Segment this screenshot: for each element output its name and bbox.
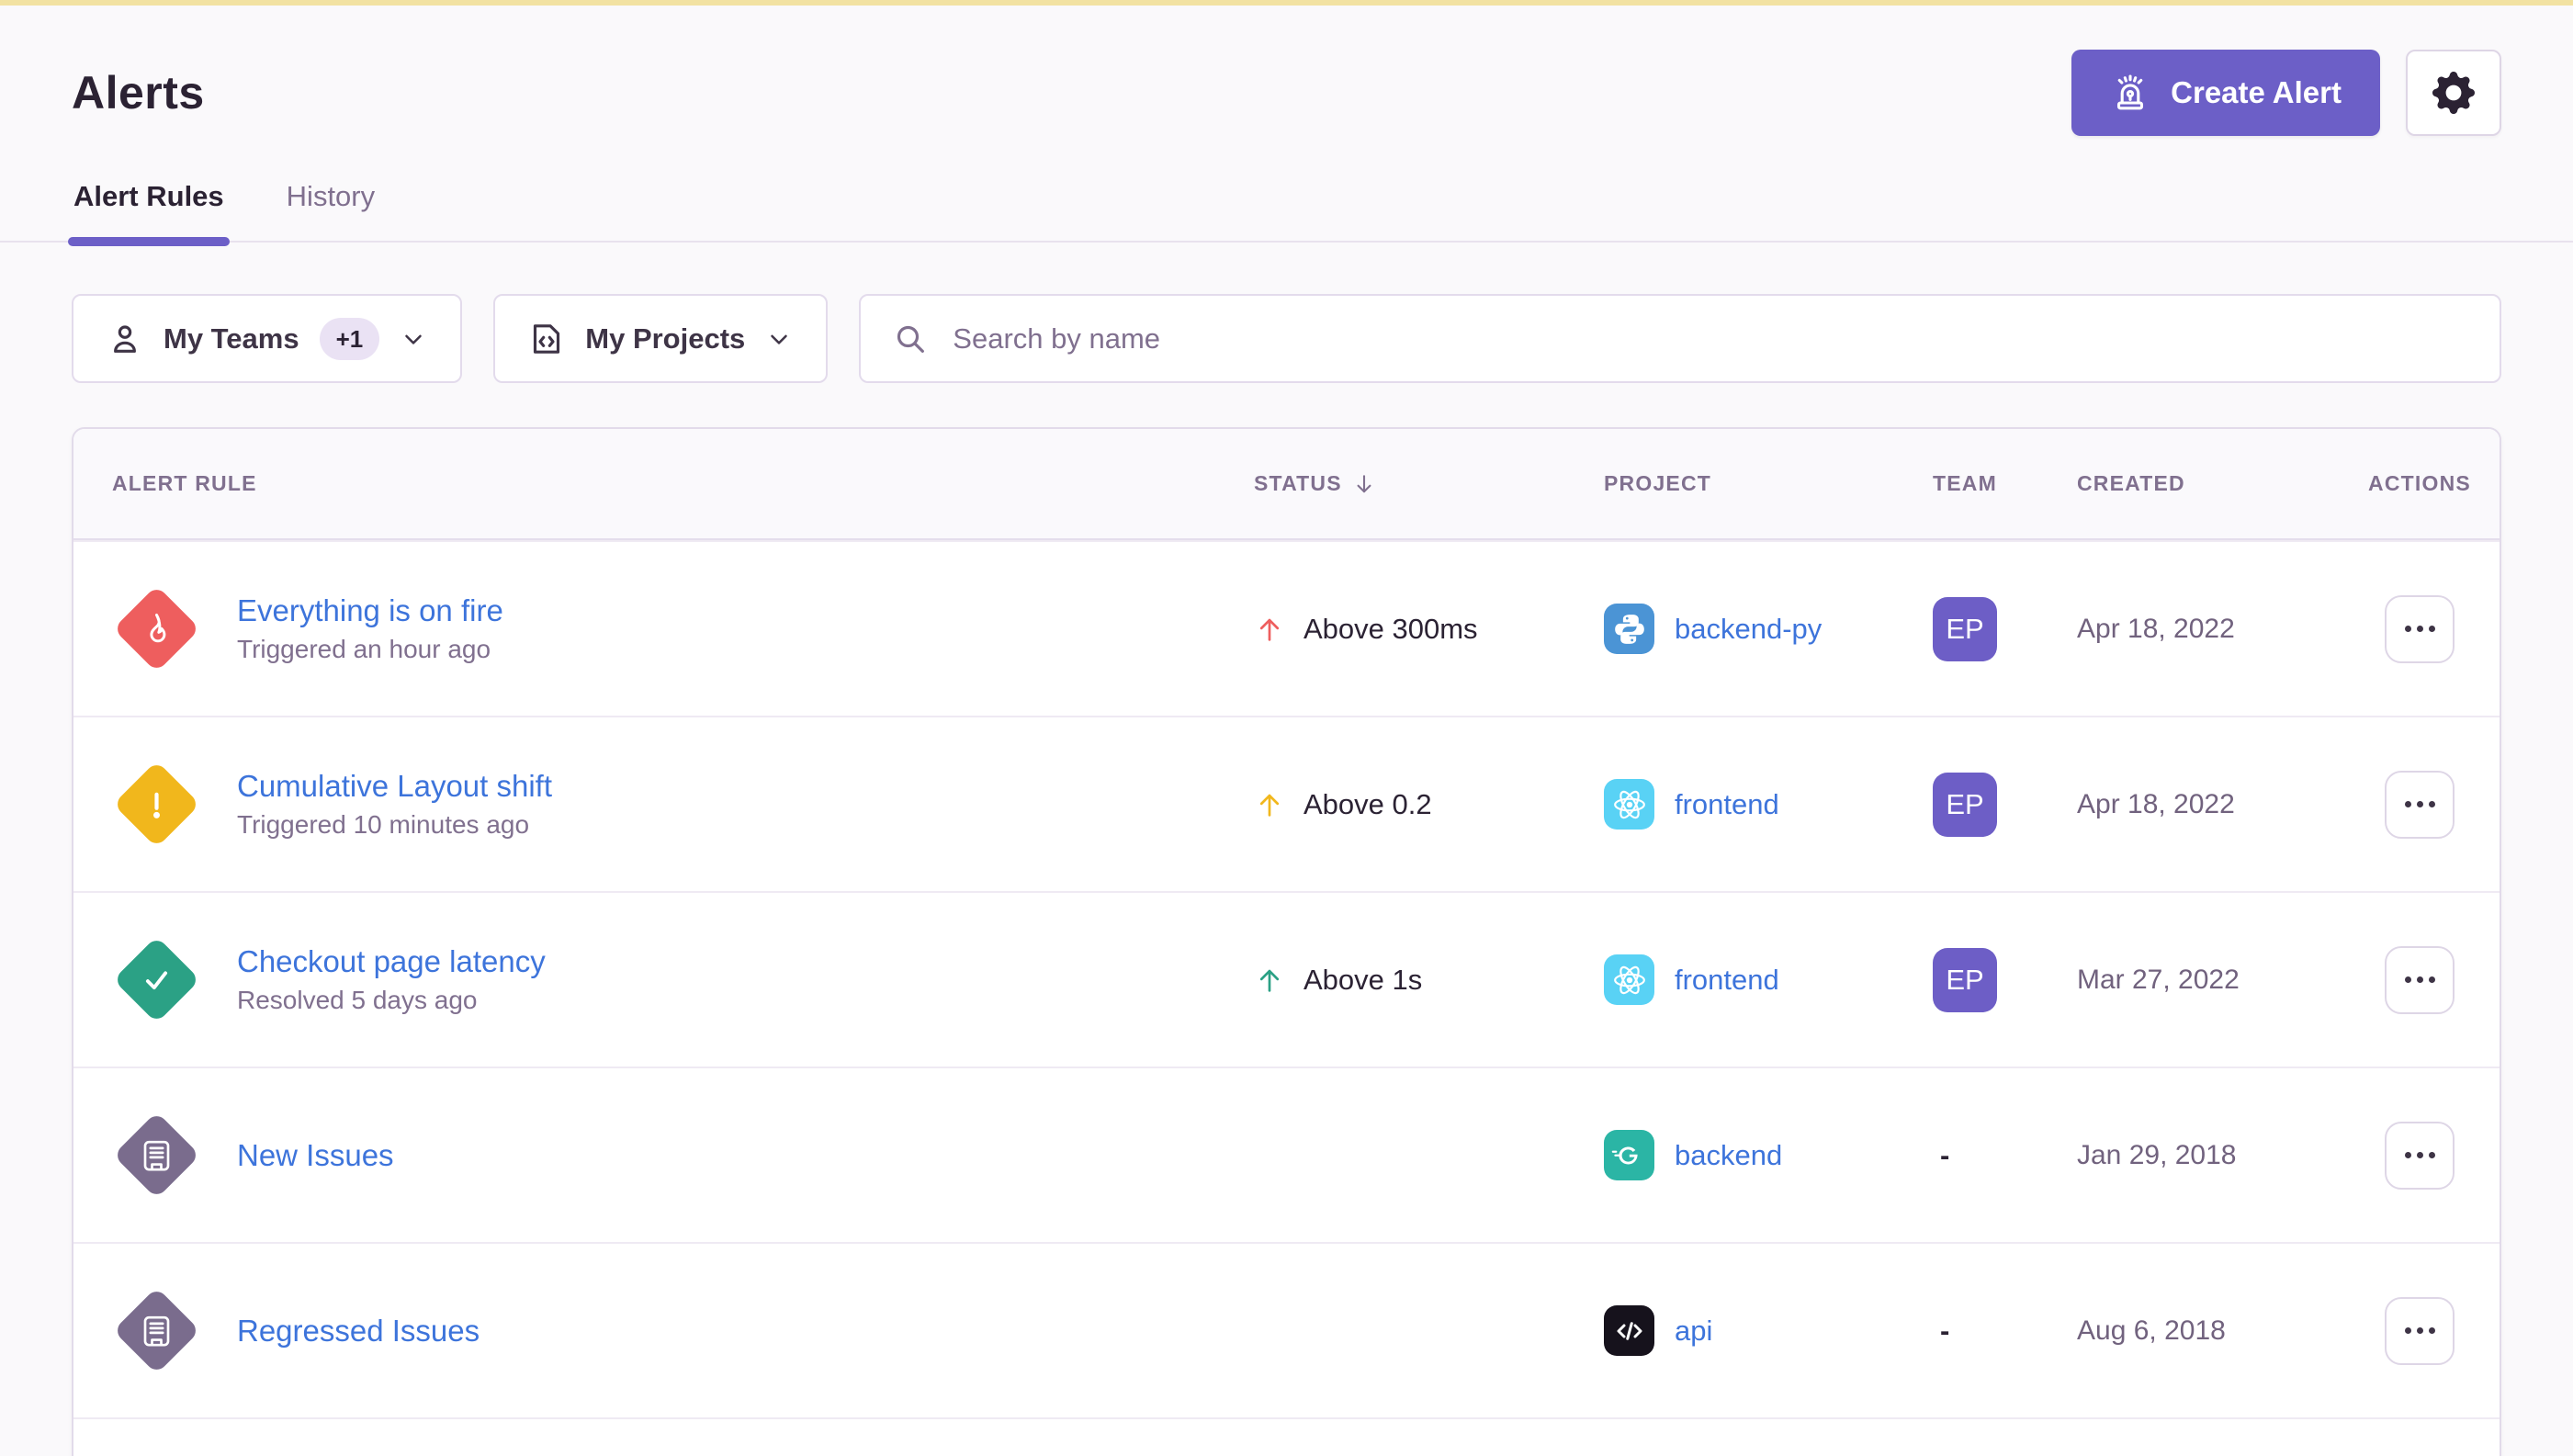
top-accent-stripe (0, 0, 2573, 6)
alert-severity-critical (112, 585, 200, 673)
table-row: New Issues backend - Jan 29, 2018 (73, 1067, 2500, 1242)
project-link[interactable]: api (1675, 1315, 1712, 1348)
status-threshold: Above 0.2 (1303, 788, 1432, 821)
status-threshold: Above 300ms (1303, 613, 1478, 646)
create-alert-button[interactable]: Create Alert (2071, 50, 2380, 136)
project-link[interactable]: backend-py (1675, 613, 1822, 646)
search-input[interactable] (953, 322, 2468, 356)
code-brackets-icon (1604, 1305, 1654, 1356)
created-date: Apr 18, 2022 (2077, 614, 2340, 645)
alert-type-issue (112, 1112, 200, 1200)
created-date: Jan 29, 2018 (2077, 1140, 2340, 1171)
arrow-up-warning-icon (1254, 787, 1285, 822)
ellipsis-icon (2405, 1152, 2411, 1158)
team-none: - (1933, 1139, 1949, 1171)
table-header-row: Alert Rule Status Project Team Created A… (73, 429, 2500, 540)
row-actions-button[interactable] (2385, 771, 2455, 839)
arrow-up-resolved-icon (1254, 963, 1285, 998)
chevron-down-icon (400, 325, 427, 353)
alert-rules-table: Alert Rule Status Project Team Created A… (72, 427, 2501, 1456)
column-header-team[interactable]: Team (1933, 471, 2077, 496)
project-folder-icon (528, 321, 565, 357)
alert-rule-subtitle: Triggered 10 minutes ago (237, 810, 552, 840)
column-header-created[interactable]: Created (2077, 471, 2340, 496)
ellipsis-icon (2405, 801, 2411, 807)
row-actions-button[interactable] (2385, 1297, 2455, 1365)
check-icon (137, 961, 175, 999)
gear-icon (2432, 72, 2475, 114)
page-header: Alerts Create Alert (0, 50, 2573, 136)
row-actions-button[interactable] (2385, 946, 2455, 1014)
column-header-status[interactable]: Status (1254, 471, 1604, 497)
page-title: Alerts (72, 66, 205, 119)
arrow-up-critical-icon (1254, 612, 1285, 647)
chevron-down-icon (765, 325, 793, 353)
issues-stack-icon (138, 1137, 175, 1174)
projects-filter-button[interactable]: My Projects (493, 294, 828, 383)
go-icon (1604, 1130, 1654, 1180)
ellipsis-icon (2405, 976, 2411, 983)
react-icon (1604, 954, 1654, 1005)
created-date: Aug 6, 2018 (2077, 1315, 2340, 1347)
column-header-project[interactable]: Project (1604, 471, 1933, 496)
exclamation-icon (137, 785, 175, 824)
project-link[interactable]: backend (1675, 1139, 1782, 1172)
alert-rule-link[interactable]: Checkout page latency (237, 944, 546, 979)
tab-alert-rules[interactable]: Alert Rules (72, 167, 226, 241)
team-none: - (1933, 1315, 1949, 1347)
alert-type-issue (112, 1287, 200, 1375)
team-badge[interactable]: EP (1933, 948, 1997, 1012)
fire-icon (137, 610, 175, 649)
python-icon (1604, 604, 1654, 654)
search-box (859, 294, 2501, 383)
row-actions-button[interactable] (2385, 1122, 2455, 1190)
alert-severity-resolved (112, 936, 200, 1024)
team-badge[interactable]: EP (1933, 597, 1997, 661)
column-header-actions: Actions (2340, 471, 2500, 496)
ellipsis-icon (2405, 1327, 2411, 1334)
projects-filter-label: My Projects (585, 322, 745, 356)
ellipsis-icon (2405, 626, 2411, 632)
person-icon (107, 321, 143, 357)
created-date: Mar 27, 2022 (2077, 965, 2340, 996)
siren-icon (2110, 73, 2150, 113)
alert-rule-link[interactable]: Regressed Issues (237, 1314, 480, 1349)
settings-button[interactable] (2406, 50, 2501, 136)
react-icon (1604, 779, 1654, 830)
alert-rule-subtitle: Resolved 5 days ago (237, 986, 546, 1015)
tab-bar: Alert Rules History (0, 167, 2573, 243)
teams-count-badge: +1 (320, 318, 380, 360)
table-row-partial (73, 1417, 2500, 1456)
teams-filter-button[interactable]: My Teams +1 (72, 294, 462, 383)
alert-rule-link[interactable]: Everything is on fire (237, 593, 503, 628)
project-link[interactable]: frontend (1675, 964, 1779, 997)
table-row: Everything is on fire Triggered an hour … (73, 540, 2500, 716)
sort-descending-icon (1351, 471, 1377, 497)
row-actions-button[interactable] (2385, 595, 2455, 663)
issues-stack-icon (138, 1313, 175, 1349)
tab-history[interactable]: History (285, 167, 377, 241)
alert-rule-subtitle: Triggered an hour ago (237, 635, 503, 664)
alert-rule-link[interactable]: Cumulative Layout shift (237, 769, 552, 804)
table-row: Checkout page latency Resolved 5 days ag… (73, 891, 2500, 1067)
created-date: Apr 18, 2022 (2077, 789, 2340, 820)
alert-rule-link[interactable]: New Issues (237, 1138, 394, 1173)
project-link[interactable]: frontend (1675, 788, 1779, 821)
table-row: Regressed Issues api - Aug 6, 2018 (73, 1242, 2500, 1417)
table-row: Cumulative Layout shift Triggered 10 min… (73, 716, 2500, 891)
alert-severity-warning (112, 761, 200, 849)
teams-filter-label: My Teams (164, 322, 299, 356)
team-badge[interactable]: EP (1933, 773, 1997, 837)
header-actions: Create Alert (2071, 50, 2501, 136)
filter-bar: My Teams +1 My Projects (0, 294, 2573, 383)
create-alert-label: Create Alert (2171, 75, 2342, 110)
column-header-alert-rule[interactable]: Alert Rule (73, 471, 1254, 496)
search-icon (892, 321, 929, 357)
status-threshold: Above 1s (1303, 964, 1422, 997)
